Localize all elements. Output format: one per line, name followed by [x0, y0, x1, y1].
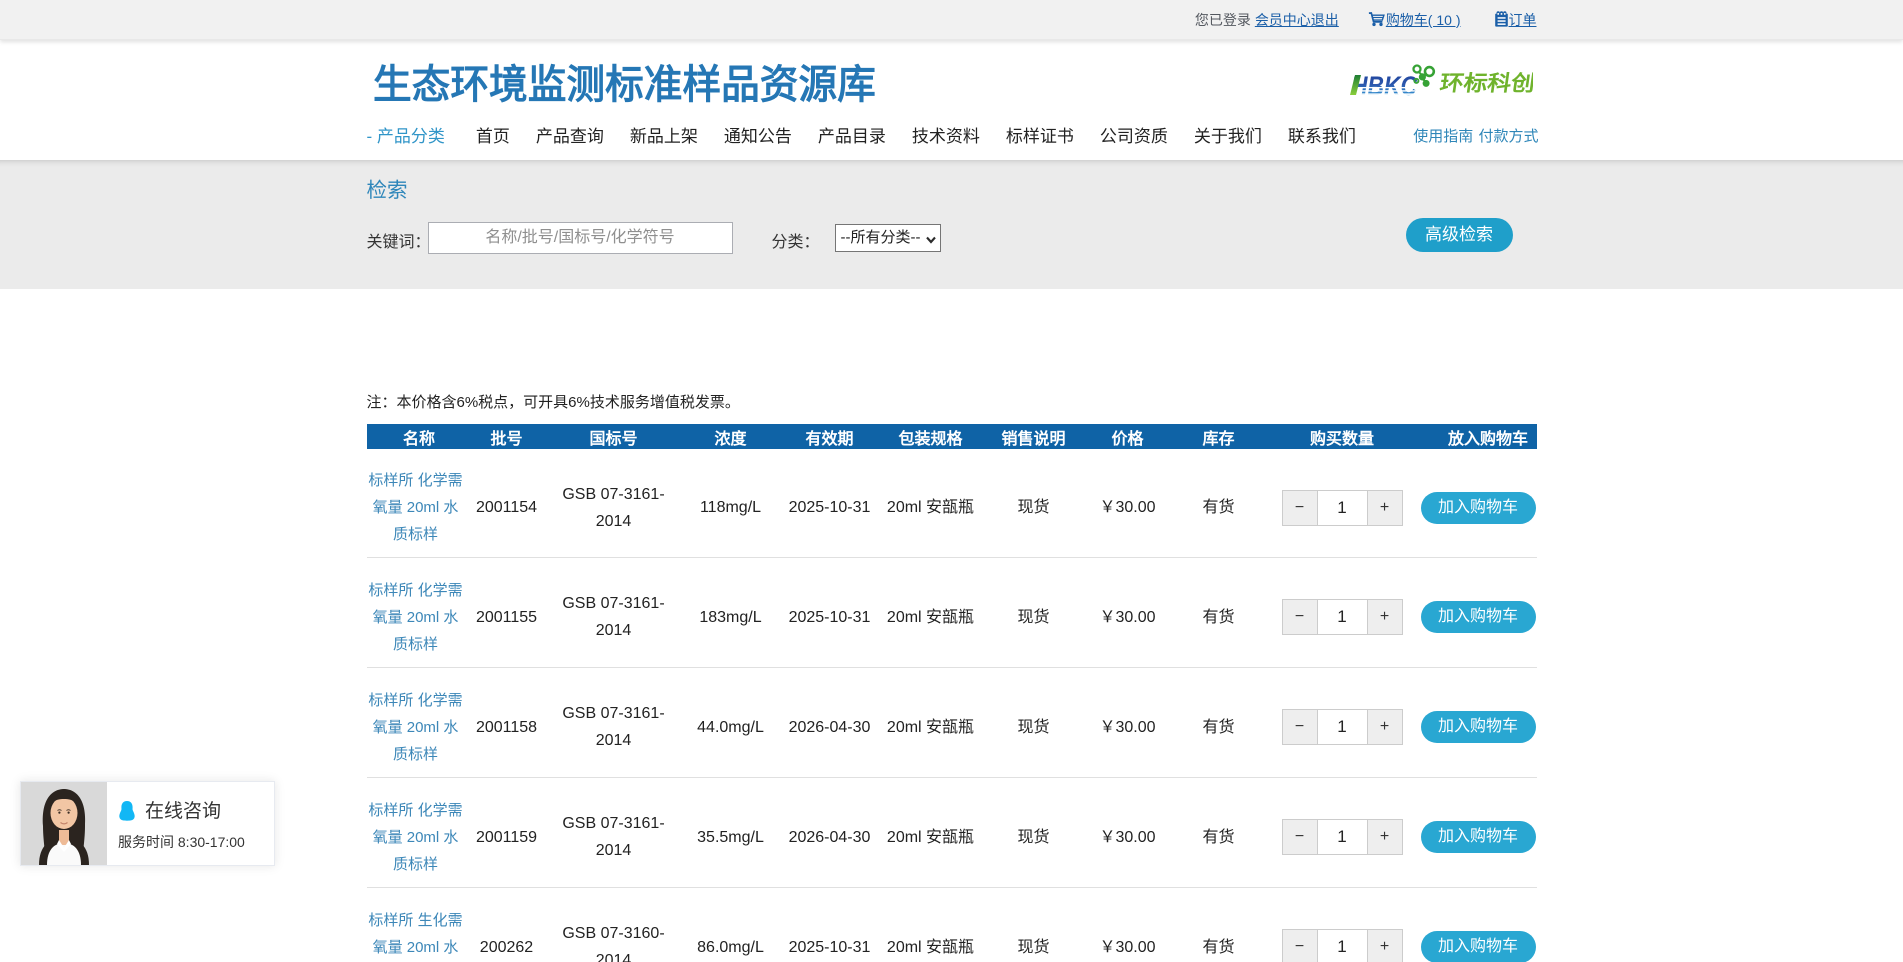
svg-text:HBKC: HBKC	[1351, 71, 1417, 101]
svg-text:环标科创: 环标科创	[1438, 71, 1533, 96]
